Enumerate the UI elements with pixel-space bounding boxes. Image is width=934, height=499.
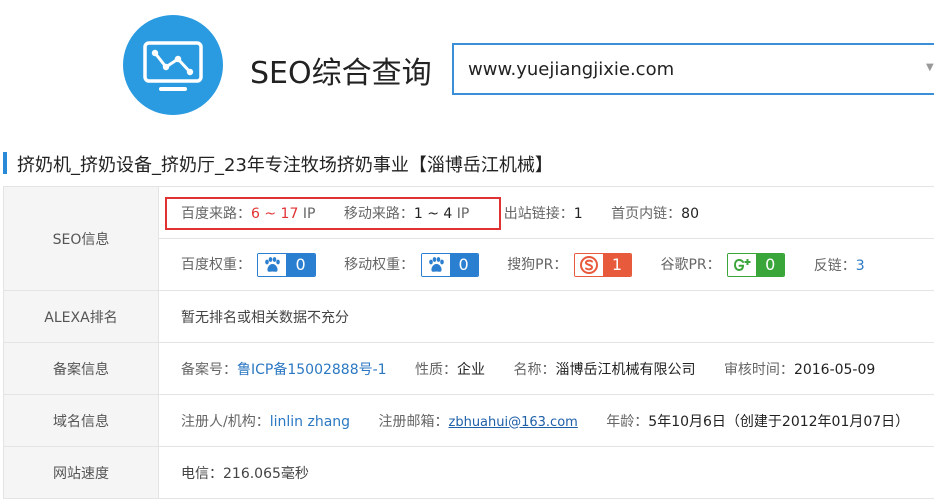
heading-accent-bar [3,152,7,174]
alexa-label: ALEXA排名 [4,291,159,343]
page-heading: 挤奶机_挤奶设备_挤奶厅_23年专注牧场挤奶事业【淄博岳江机械】 [0,151,934,175]
sogou-s-icon [575,254,603,276]
icp-name: 名称：淄博岳江机械有限公司 [513,359,695,379]
domain-row: 注册人/机构：linlin zhang 注册邮箱：zbhuahui@163.co… [159,395,934,447]
seo-traffic-row: 百度来路：6 ~ 17 IP 移动来路：1 ~ 4 IP 出站链接：1 首页内链… [159,187,934,239]
icp-row: 备案号：鲁ICP备15002888号-1 性质：企业 名称：淄博岳江机械有限公司… [159,343,934,395]
mobile-weight-badge[interactable]: 0 [421,253,479,277]
icp-nature: 性质：企业 [415,359,485,379]
alexa-value: 暂无排名或相关数据不充分 [159,291,934,343]
homepage-internal-links: 首页内链：80 [611,203,699,223]
google-plus-icon [728,254,756,276]
registrant-email-link[interactable]: zbhuahui@163.com [449,415,578,430]
icp-number-link[interactable]: 鲁ICP备15002888号-1 [237,362,387,378]
google-pr-badge[interactable]: 0 [727,253,785,277]
seo-weight-row: 百度权重： 0 移动权重： [159,239,934,291]
seo-info-table: SEO信息 百度来路：6 ~ 17 IP 移动来路：1 ~ 4 IP 出站链接：… [3,186,934,499]
baidu-paw-icon [422,254,450,276]
registrant-link[interactable]: linlin zhang [270,414,350,430]
mobile-weight[interactable]: 移动权重： 0 [344,253,479,277]
speed-value: 电信：216.065毫秒 [159,447,934,499]
domain-label: 域名信息 [4,395,159,447]
backlinks-link[interactable]: 3 [856,258,865,274]
page-title: 挤奶机_挤奶设备_挤奶厅_23年专注牧场挤奶事业【淄博岳江机械】 [17,151,553,177]
app-title: SEO综合查询 [250,48,432,92]
baidu-weight[interactable]: 百度权重： 0 [181,253,316,277]
domain-age: 年龄：5年10月6日（创建于2012年01月07日） [606,411,909,431]
sogou-pr-badge[interactable]: 1 [574,253,632,277]
sogou-pr[interactable]: 搜狗PR： 1 [507,253,632,277]
icp-number[interactable]: 备案号：鲁ICP备15002888号-1 [181,359,387,379]
outbound-links: 出站链接：1 [504,203,583,223]
registrant[interactable]: 注册人/机构：linlin zhang [181,411,350,431]
baidu-paw-icon [258,254,286,276]
baidu-weight-badge[interactable]: 0 [257,253,315,277]
google-pr[interactable]: 谷歌PR： 0 [660,253,785,277]
chart-monitor-icon [123,15,223,115]
speed-label: 网站速度 [4,447,159,499]
registrant-email[interactable]: 注册邮箱：zbhuahui@163.com [379,411,578,431]
backlinks[interactable]: 反链：3 [814,255,865,275]
chevron-down-icon[interactable]: ▼ [926,62,934,73]
icp-review-date: 审核时间：2016-05-09 [724,359,875,379]
logo [123,15,223,115]
traffic-highlight-box [165,197,501,230]
icp-label: 备案信息 [4,343,159,395]
seo-info-label: SEO信息 [4,187,159,291]
url-input[interactable] [452,43,934,95]
